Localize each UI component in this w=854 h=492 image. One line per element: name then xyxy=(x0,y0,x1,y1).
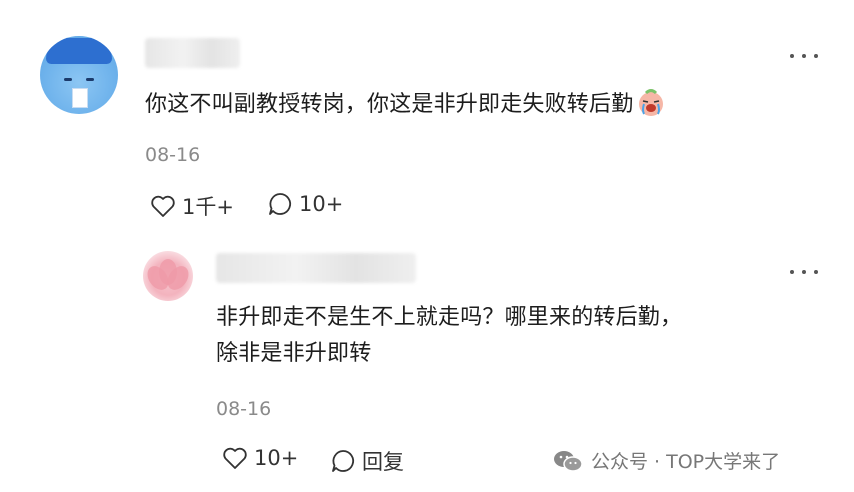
comment-more-icon[interactable] xyxy=(790,52,818,60)
reply-text: 非升即走不是生不上就走吗？哪里来的转后勤， 除非是非升即转 xyxy=(216,300,682,372)
reply-text-line1: 非升即走不是生不上就走吗？哪里来的转后勤， xyxy=(216,305,683,330)
comment-date: 08-16 xyxy=(145,144,201,166)
commenter-avatar[interactable] xyxy=(40,36,118,114)
reply-reply-button[interactable]: 回复 xyxy=(330,446,404,476)
comment-reply-count: 10+ xyxy=(299,192,344,216)
heart-icon xyxy=(151,195,175,217)
commenter-name-blurred[interactable] xyxy=(145,38,240,68)
heart-icon xyxy=(223,447,247,469)
comment-text: 你这不叫副教授转岗，你这是非升即走失败转后勤 xyxy=(145,87,665,129)
replier-avatar[interactable] xyxy=(143,251,193,301)
comment-reply-button[interactable]: 10+ xyxy=(267,191,343,217)
replier-name-blurred[interactable] xyxy=(216,253,416,283)
comment-like-count: 1千+ xyxy=(182,195,234,219)
reply-text-line2: 除非是非升即转 xyxy=(216,341,372,366)
watermark: 公众号 · TOP大学来了 xyxy=(553,447,780,474)
comment-text-content: 你这不叫副教授转岗，你这是非升即走失败转后勤 xyxy=(145,92,634,117)
reply-reply-label: 回复 xyxy=(362,450,404,474)
reply-more-icon[interactable] xyxy=(790,268,818,276)
reply-date: 08-16 xyxy=(216,398,272,420)
comment-bubble-icon xyxy=(332,450,355,472)
watermark-text: 公众号 · TOP大学来了 xyxy=(591,451,781,473)
wechat-icon xyxy=(554,450,583,472)
reply-like-count: 10+ xyxy=(254,446,299,470)
comment-like-button[interactable]: 1千+ xyxy=(150,191,234,221)
comment-bubble-icon xyxy=(269,193,292,215)
reply-like-button[interactable]: 10+ xyxy=(222,446,298,470)
crying-face-emoji-icon xyxy=(637,89,665,129)
